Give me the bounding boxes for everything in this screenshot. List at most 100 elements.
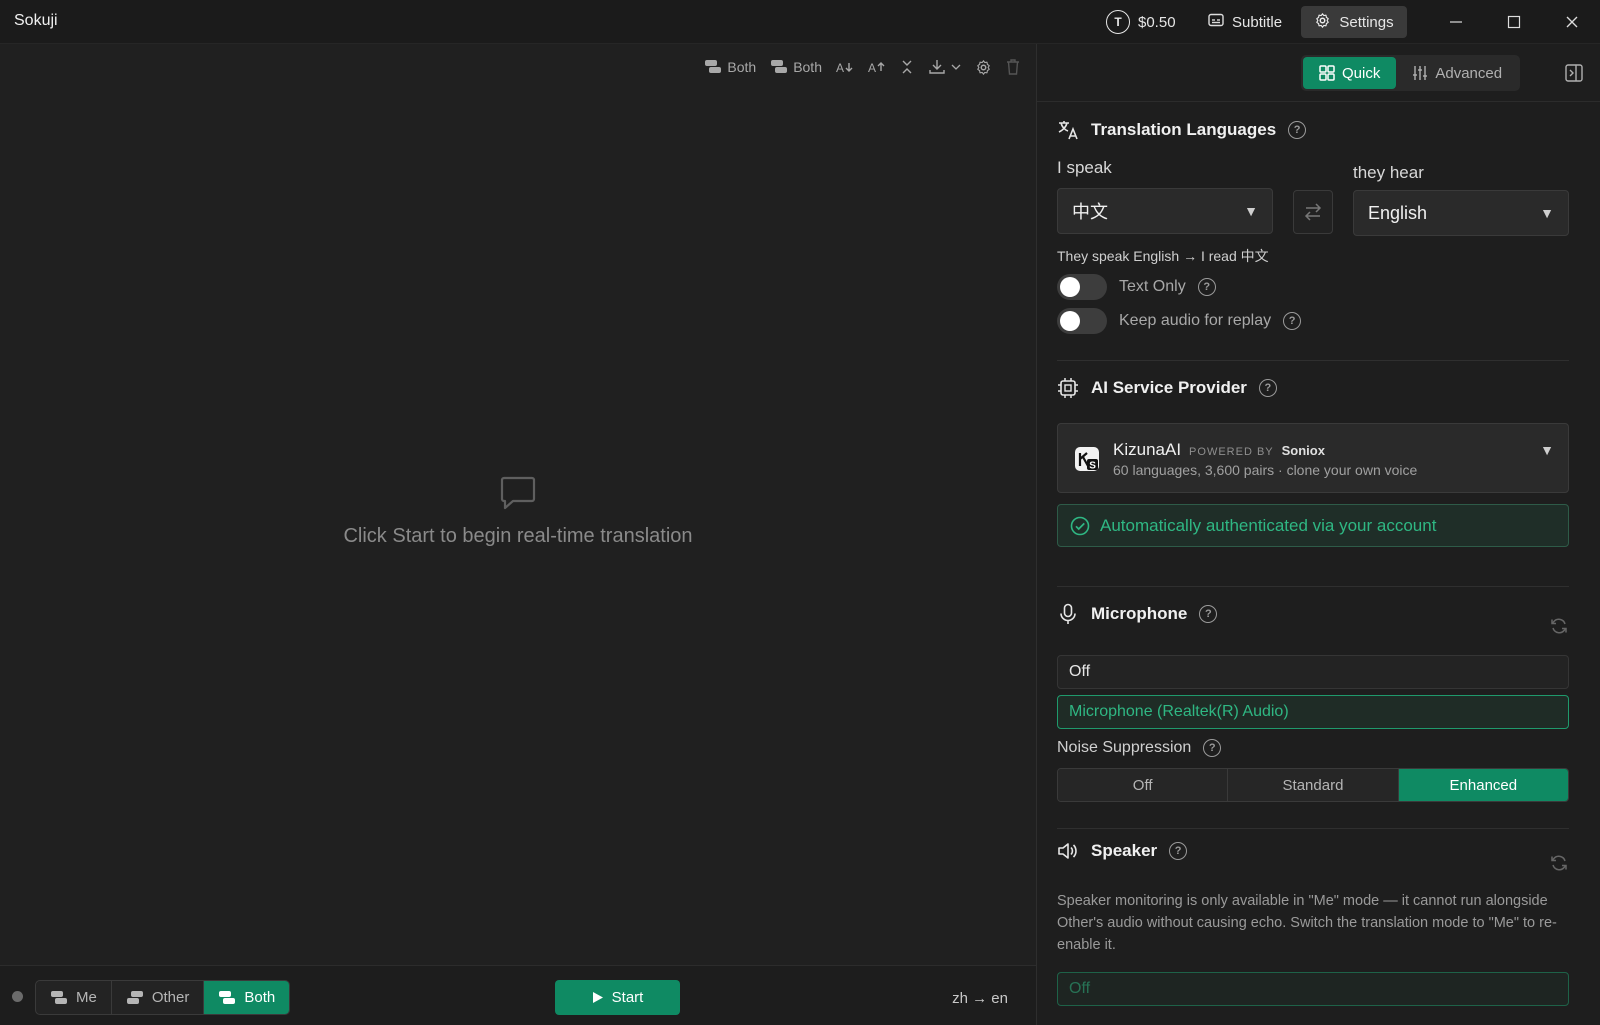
connection-status-dot [12, 991, 23, 1002]
chip-icon [1058, 378, 1078, 398]
start-label: Start [611, 989, 644, 1006]
speech-bubbles-icon [705, 60, 722, 73]
svg-text:S: S [1089, 461, 1096, 472]
collapse-panel-button[interactable] [1565, 64, 1583, 85]
microphone-icon [1060, 603, 1076, 624]
swap-languages-button[interactable] [1293, 190, 1333, 234]
speaker-option-off: Off [1057, 972, 1569, 1006]
source-filter-button[interactable]: Both [704, 59, 756, 75]
speaker-disabled-note: Speaker monitoring is only available in … [1057, 893, 1557, 953]
maximize-button[interactable] [1486, 0, 1542, 44]
provider-select[interactable]: S KizunaAI POWERED BY Soniox 60 language… [1057, 423, 1569, 493]
svg-text:A: A [868, 61, 876, 74]
grid-icon [1319, 65, 1335, 81]
help-icon[interactable]: ? [1169, 842, 1188, 860]
clear-button[interactable] [1006, 59, 1020, 75]
speech-bubbles-icon [126, 990, 143, 1004]
mode-both-button[interactable]: Both [204, 981, 290, 1014]
swap-icon [1304, 203, 1322, 221]
mode-both-label: Both [244, 989, 276, 1006]
transcript-toolbar: Both Both A A [704, 52, 1020, 82]
tab-advanced[interactable]: Advanced [1396, 57, 1518, 89]
target-language-select[interactable]: English ▼ [1353, 190, 1569, 236]
balance-label: $0.50 [1138, 13, 1176, 31]
caret-down-icon: ▼ [1244, 203, 1258, 219]
powered-by-name: Soniox [1281, 443, 1325, 458]
help-icon[interactable]: ? [1199, 605, 1218, 623]
translate-icon [1058, 121, 1078, 140]
speech-bubbles-icon [771, 60, 788, 73]
minimize-icon [1450, 21, 1462, 23]
balance-button[interactable]: T $0.50 [1096, 6, 1186, 38]
source-language-select[interactable]: 中文 ▼ [1057, 188, 1273, 234]
settings-button[interactable]: Settings [1301, 6, 1407, 38]
translation-languages-title: Translation Languages [1091, 120, 1277, 139]
source-language-value: 中文 [1072, 202, 1108, 222]
settings-panel: Quick Advanced Translation Languages ? I… [1036, 44, 1600, 1025]
translation-filter-button[interactable]: Both [770, 59, 822, 75]
ai-provider-header: AI Service Provider ? [1057, 377, 1277, 399]
speaker-icon [1058, 843, 1077, 859]
font-increase-button[interactable]: A [868, 60, 886, 74]
mode-other-button[interactable]: Other [112, 981, 205, 1014]
speech-bubbles-icon [219, 990, 236, 1004]
refresh-speakers-button[interactable] [1550, 854, 1568, 875]
collapse-button[interactable] [900, 59, 914, 75]
refresh-microphones-button[interactable] [1550, 617, 1568, 638]
help-icon[interactable]: ? [1258, 379, 1277, 397]
subtitle-label: Subtitle [1232, 13, 1283, 31]
provider-logo-icon: S [1072, 444, 1102, 474]
translation-filter-label: Both [793, 59, 822, 75]
noise-off-button[interactable]: Off [1058, 769, 1229, 801]
refresh-icon [1551, 618, 1567, 634]
tab-quick[interactable]: Quick [1303, 57, 1397, 89]
help-icon[interactable]: ? [1288, 121, 1307, 139]
bottom-bar: Me Other Both Start zh → en [0, 965, 1036, 1025]
close-icon [1566, 16, 1578, 28]
font-decrease-button[interactable]: A [836, 60, 854, 74]
noise-suppression-row: Noise Suppression ? [1057, 739, 1222, 757]
text-only-toggle[interactable] [1057, 274, 1107, 300]
auth-status-banner: Automatically authenticated via your acc… [1057, 504, 1569, 547]
keep-audio-toggle[interactable] [1057, 308, 1107, 334]
target-language-value: English [1368, 202, 1428, 223]
microphone-option-label: Microphone (Realtek(R) Audio) [1069, 703, 1289, 720]
noise-enhanced-button[interactable]: Enhanced [1398, 769, 1568, 801]
noise-standard-button[interactable]: Standard [1228, 769, 1399, 801]
microphone-option-realtek[interactable]: Microphone (Realtek(R) Audio) [1057, 695, 1569, 729]
microphone-header: Microphone ? [1057, 603, 1218, 625]
provider-description: 60 languages, 3,600 pairs · clone your o… [1113, 462, 1418, 478]
toggle-knob [1060, 277, 1080, 297]
caret-down-icon: ▼ [1540, 205, 1554, 221]
section-divider [1057, 360, 1569, 361]
app-title: Sokuji [14, 12, 58, 29]
start-button[interactable]: Start [555, 980, 680, 1015]
empty-state-message: Click Start to begin real-time translati… [343, 525, 693, 547]
noise-suppression-label: Noise Suppression [1057, 739, 1192, 756]
help-icon[interactable]: ? [1197, 278, 1216, 296]
speaker-title: Speaker [1091, 841, 1158, 860]
mode-me-button[interactable]: Me [36, 981, 112, 1014]
subtitle-icon [1208, 13, 1224, 31]
help-icon[interactable]: ? [1203, 739, 1222, 757]
help-icon[interactable]: ? [1283, 312, 1302, 330]
they-hear-label: they hear [1353, 163, 1424, 182]
microphone-option-off[interactable]: Off [1057, 655, 1569, 689]
minimize-button[interactable] [1428, 0, 1484, 44]
maximize-icon [1507, 15, 1521, 29]
keep-audio-row: Keep audio for replay ? [1057, 308, 1302, 334]
check-circle-icon [1070, 516, 1090, 535]
transcript-settings-button[interactable] [975, 59, 992, 76]
section-divider [1057, 828, 1569, 829]
powered-by-label: POWERED BY [1189, 446, 1274, 458]
speaker-header: Speaker ? [1057, 840, 1188, 862]
ai-provider-title: AI Service Provider [1091, 378, 1247, 397]
export-button[interactable] [928, 59, 961, 75]
text-only-label: Text Only [1119, 278, 1186, 295]
panel-collapse-icon [1565, 64, 1583, 82]
close-window-button[interactable] [1544, 0, 1600, 44]
mode-other-label: Other [151, 989, 190, 1006]
translation-mode-group: Me Other Both [35, 980, 291, 1015]
i-speak-label: I speak [1057, 158, 1112, 177]
subtitle-button[interactable]: Subtitle [1198, 6, 1292, 38]
